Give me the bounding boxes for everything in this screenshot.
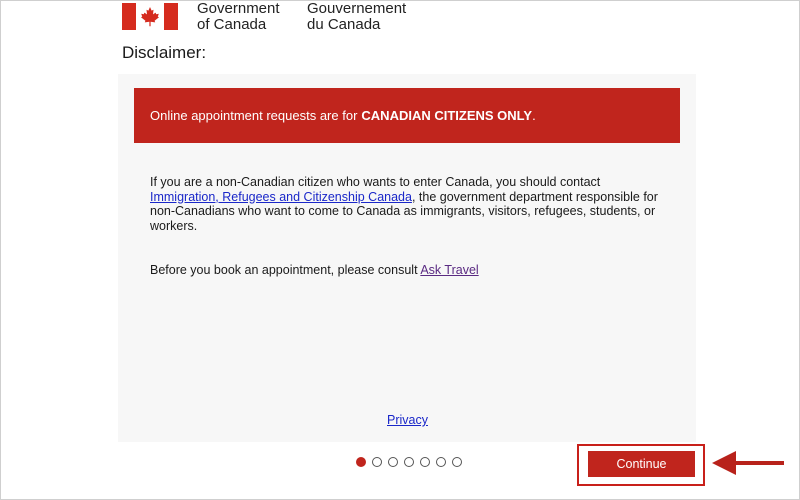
wordmark-french: Gouvernement du Canada xyxy=(307,1,406,33)
alert-suffix: . xyxy=(532,108,536,123)
page-dot-5[interactable] xyxy=(420,457,430,467)
page-dot-4[interactable] xyxy=(404,457,414,467)
disclaimer-card: Online appointment requests are for CANA… xyxy=(118,74,696,442)
ircc-link[interactable]: Immigration, Refugees and Citizenship Ca… xyxy=(150,190,412,204)
continue-button[interactable]: Continue xyxy=(588,451,695,477)
non-citizen-paragraph: If you are a non-Canadian citizen who wa… xyxy=(150,175,670,233)
wordmark-english: Government of Canada xyxy=(197,1,280,33)
para1-text-before: If you are a non-Canadian citizen who wa… xyxy=(150,175,601,189)
wordmark-en-line2: of Canada xyxy=(197,16,267,33)
page-dot-2[interactable] xyxy=(372,457,382,467)
wordmark-fr-line1: Gouvernement xyxy=(307,0,407,17)
alert-emphasis: CANADIAN CITIZENS ONLY xyxy=(361,108,533,123)
pagination-dots xyxy=(356,457,462,467)
privacy-link[interactable]: Privacy xyxy=(387,413,428,427)
page-dot-7[interactable] xyxy=(452,457,462,467)
citizens-only-alert: Online appointment requests are for CANA… xyxy=(134,88,680,143)
page-title: Disclaimer: xyxy=(122,43,207,62)
para2-text-before: Before you book an appointment, please c… xyxy=(150,263,421,277)
page-dot-1[interactable] xyxy=(356,457,366,467)
alert-text: Online appointment requests are for xyxy=(150,108,358,123)
ask-travel-link[interactable]: Ask Travel xyxy=(420,263,478,277)
page-dot-3[interactable] xyxy=(388,457,398,467)
page-dot-6[interactable] xyxy=(436,457,446,467)
wordmark-fr-line2: du Canada xyxy=(307,16,381,33)
canada-flag-icon xyxy=(122,3,178,30)
wordmark-en-line1: Government xyxy=(197,0,280,17)
pointer-arrow-icon xyxy=(712,451,784,475)
consult-paragraph: Before you book an appointment, please c… xyxy=(150,263,670,278)
